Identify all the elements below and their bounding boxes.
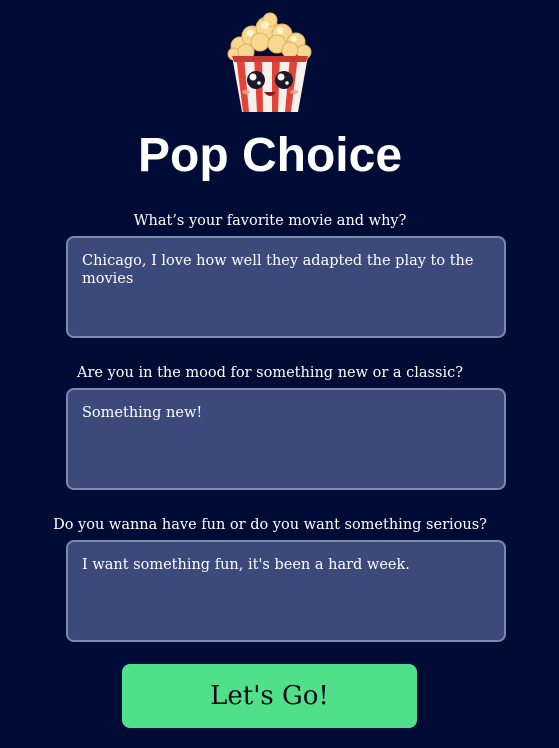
fun-or-serious-field[interactable]: I want something fun, it's been a hard w… bbox=[66, 540, 506, 642]
question-label-favorite-movie: What’s your favorite movie and why? bbox=[133, 213, 407, 229]
lets-go-button[interactable]: Let's Go! bbox=[122, 664, 417, 728]
favorite-movie-field[interactable]: Chicago, I love how well they adapted th… bbox=[66, 236, 506, 338]
popcorn-icon bbox=[222, 12, 318, 114]
question-label-fun-or-serious: Do you wanna have fun or do you want som… bbox=[53, 517, 487, 533]
page-title: Pop Choice bbox=[137, 129, 403, 182]
new-or-classic-field[interactable]: Something new! bbox=[66, 388, 506, 490]
question-label-new-or-classic: Are you in the mood for something new or… bbox=[77, 365, 463, 381]
